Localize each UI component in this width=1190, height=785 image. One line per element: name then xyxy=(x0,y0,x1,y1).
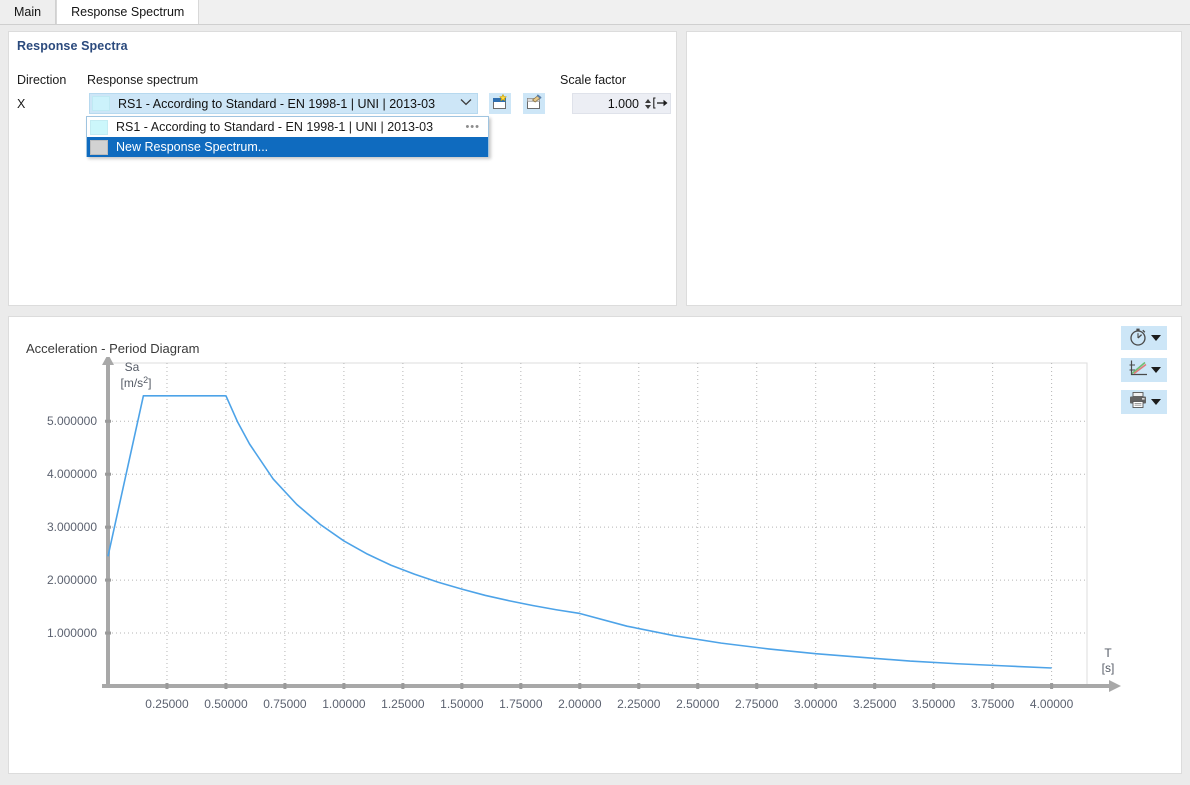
svg-text:1.75000: 1.75000 xyxy=(499,697,543,711)
edit-spectrum-icon xyxy=(525,94,543,114)
tab-main[interactable]: Main xyxy=(0,0,57,24)
svg-text:1.50000: 1.50000 xyxy=(440,697,484,711)
tab-strip-filler xyxy=(199,0,1190,24)
edit-spectrum-button[interactable] xyxy=(523,93,545,114)
spectrum-color-swatch xyxy=(92,96,110,111)
svg-text:2.25000: 2.25000 xyxy=(617,697,661,711)
svg-text:5.000000: 5.000000 xyxy=(47,414,97,428)
svg-text:2.00000: 2.00000 xyxy=(558,697,602,711)
column-header-response-spectrum: Response spectrum xyxy=(87,73,199,87)
response-spectrum-combobox-value: RS1 - According to Standard - EN 1998-1 … xyxy=(118,96,436,111)
svg-text:4.000000: 4.000000 xyxy=(47,467,97,481)
stopwatch-button[interactable] xyxy=(1121,326,1167,350)
tab-main-label: Main xyxy=(14,4,42,19)
svg-text:3.000000: 3.000000 xyxy=(47,520,97,534)
response-spectrum-dropdown-list[interactable]: RS1 - According to Standard - EN 1998-1 … xyxy=(86,116,489,157)
svg-text:3.50000: 3.50000 xyxy=(912,697,956,711)
scale-factor-stepper[interactable] xyxy=(643,95,652,112)
stopwatch-icon xyxy=(1128,326,1149,350)
dropdown-item-color-swatch xyxy=(90,139,108,155)
y-axis-label: Sa xyxy=(125,360,140,374)
dropdown-item-label: RS1 - According to Standard - EN 1998-1 … xyxy=(116,120,434,134)
diagram-title: Acceleration - Period Diagram xyxy=(26,341,200,356)
svg-text:3.25000: 3.25000 xyxy=(853,697,897,711)
svg-text:0.50000: 0.50000 xyxy=(204,697,248,711)
stepper-down-icon[interactable] xyxy=(644,104,651,109)
column-header-scale-factor: Scale factor xyxy=(560,73,627,87)
dropdown-item-existing-spectrum[interactable]: RS1 - According to Standard - EN 1998-1 … xyxy=(87,117,488,137)
svg-text:2.000000: 2.000000 xyxy=(47,573,97,587)
group-title: Response Spectra xyxy=(17,39,128,53)
response-spectrum-combobox[interactable]: RS1 - According to Standard - EN 1998-1 … xyxy=(89,93,478,114)
svg-text:1.25000: 1.25000 xyxy=(381,697,425,711)
svg-text:3.75000: 3.75000 xyxy=(971,697,1015,711)
tab-strip: Main Response Spectrum xyxy=(0,0,1190,25)
apply-arrow-icon[interactable] xyxy=(653,96,670,111)
svg-text:2.50000: 2.50000 xyxy=(676,697,720,711)
dropdown-item-new-spectrum[interactable]: New Response Spectrum... xyxy=(87,137,488,157)
dropdown-item-color-swatch xyxy=(90,119,108,135)
column-header-direction: Direction xyxy=(17,73,67,87)
scale-factor-value: 1.000 xyxy=(607,96,639,111)
chevron-down-icon[interactable] xyxy=(1150,335,1161,341)
acceleration-period-diagram-panel: Acceleration - Period Diagram 0.25000 0.… xyxy=(8,316,1182,774)
right-preview-panel xyxy=(686,31,1182,306)
chart-axes xyxy=(102,357,1121,692)
svg-text:4.00000: 4.00000 xyxy=(1030,697,1074,711)
svg-text:0.75000: 0.75000 xyxy=(263,697,307,711)
dropdown-item-label: New Response Spectrum... xyxy=(116,140,269,154)
svg-text:1.00000: 1.00000 xyxy=(322,697,366,711)
y-axis-unit-label: [m/s2] xyxy=(120,375,151,390)
dropdown-item-ellipsis-icon[interactable]: ••• xyxy=(465,121,488,133)
tab-response-spectrum[interactable]: Response Spectrum xyxy=(56,0,200,24)
direction-value-x: X xyxy=(17,97,26,111)
svg-text:0.25000: 0.25000 xyxy=(145,697,189,711)
response-spectra-panel: Response Spectra Direction Response spec… xyxy=(8,31,677,306)
svg-text:1.000000: 1.000000 xyxy=(47,626,97,640)
chevron-down-icon[interactable] xyxy=(455,98,477,109)
scale-factor-input[interactable]: 1.000 xyxy=(572,93,671,114)
chart-tick-labels: 0.25000 0.50000 0.75000 1.00000 1.25000 1.500… xyxy=(47,414,1074,711)
new-spectrum-icon xyxy=(491,93,509,114)
stepper-up-icon[interactable] xyxy=(644,98,651,103)
tab-response-spectrum-label: Response Spectrum xyxy=(71,4,185,19)
x-axis-label: T xyxy=(1104,646,1112,660)
response-spectrum-chart: 0.25000 0.50000 0.75000 1.00000 1.25000 1.500… xyxy=(47,357,1121,711)
svg-text:3.00000: 3.00000 xyxy=(794,697,838,711)
new-spectrum-button[interactable] xyxy=(489,93,511,114)
chart-gridlines xyxy=(107,362,1088,687)
svg-text:2.75000: 2.75000 xyxy=(735,697,779,711)
x-axis-unit-label: [s] xyxy=(1102,661,1115,675)
